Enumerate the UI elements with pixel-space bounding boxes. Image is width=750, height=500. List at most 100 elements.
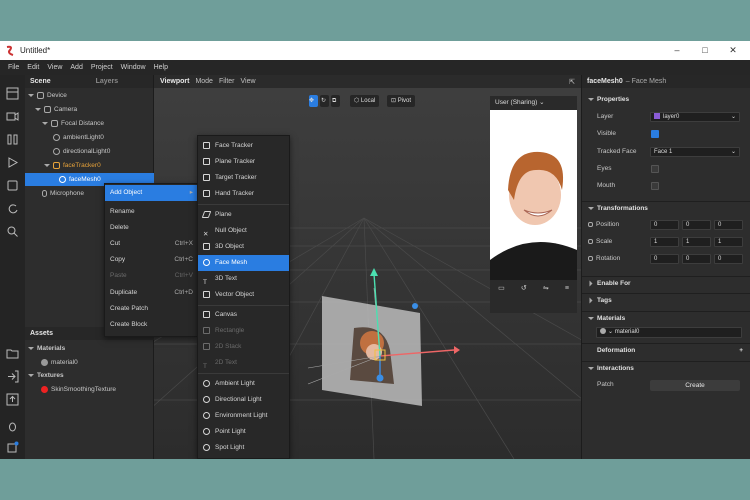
play-icon[interactable] xyxy=(6,156,19,169)
position-z[interactable]: 0 xyxy=(714,220,743,230)
local-toggle[interactable]: ⬡ Local xyxy=(350,95,380,107)
layout-icon[interactable] xyxy=(6,87,19,100)
section-deformation[interactable]: Deformation + xyxy=(582,343,750,357)
submenu-plane[interactable]: Plane xyxy=(198,207,289,223)
menu-item-rename[interactable]: Rename xyxy=(105,204,197,220)
tree-item-microphone[interactable]: Microphone xyxy=(42,187,84,200)
tab-filter[interactable]: Filter xyxy=(219,78,235,85)
scale-y[interactable]: 1 xyxy=(682,237,711,247)
pivot-toggle[interactable]: ⊡ Pivot xyxy=(387,95,416,107)
submenu-null-object[interactable]: ✕ Null Object xyxy=(198,223,289,239)
submenu-2d-stack[interactable]: 2D Stack xyxy=(198,339,289,355)
mirror-icon[interactable]: ⇋ xyxy=(543,282,549,296)
submenu-2d-text[interactable]: T 2D Text xyxy=(198,355,289,371)
menu-project[interactable]: Project xyxy=(91,64,113,71)
maximize-icon[interactable]: □ xyxy=(692,41,718,60)
submenu-3d-text[interactable]: T 3D Text xyxy=(198,271,289,287)
rotation-z[interactable]: 0 xyxy=(714,254,743,264)
close-icon[interactable]: ✕ xyxy=(720,41,746,60)
submenu-3d-object[interactable]: 3D Object xyxy=(198,239,289,255)
submenu-environment-light[interactable]: Environment Light xyxy=(198,408,289,424)
rotate-tool-icon[interactable]: ↻ xyxy=(320,95,329,107)
tab-view[interactable]: View xyxy=(241,78,256,85)
menu-help[interactable]: Help xyxy=(154,64,168,71)
tab-viewport[interactable]: Viewport xyxy=(160,78,189,85)
asset-material[interactable]: material0 xyxy=(41,356,78,369)
import-icon[interactable] xyxy=(6,370,19,383)
submenu-ambient-light[interactable]: Ambient Light xyxy=(198,376,289,392)
menu-item-add-object[interactable]: Add Object ▸ xyxy=(105,185,197,201)
submenu-target-tracker[interactable]: Target Tracker xyxy=(198,170,289,186)
rotation-y[interactable]: 0 xyxy=(682,254,711,264)
menu-edit[interactable]: Edit xyxy=(27,64,39,71)
section-properties[interactable]: Properties xyxy=(582,93,750,107)
tree-item-ambient-light[interactable]: ambientLight0 xyxy=(53,131,104,144)
layer-select[interactable]: layer0 ⌄ xyxy=(650,112,740,122)
menu-item-create-block[interactable]: Create Block xyxy=(105,317,197,333)
folder-icon[interactable] xyxy=(6,347,19,360)
camera-icon[interactable] xyxy=(6,110,19,123)
submenu-face-mesh[interactable]: Face Mesh xyxy=(198,255,289,271)
menu-item-delete[interactable]: Delete xyxy=(105,220,197,236)
menu-item-cut[interactable]: Cut Ctrl+X xyxy=(105,236,197,252)
submenu-directional-light[interactable]: Directional Light xyxy=(198,392,289,408)
assets-textures-group[interactable]: Textures xyxy=(28,369,64,382)
device-icon[interactable] xyxy=(6,179,19,192)
popout-icon[interactable]: ⇱ xyxy=(569,78,575,86)
restart-icon[interactable]: ↺ xyxy=(521,282,527,296)
scale-tool-icon[interactable]: ⧉ xyxy=(331,95,340,107)
submenu-face-tracker[interactable]: Face Tracker xyxy=(198,138,289,154)
notifications-icon[interactable] xyxy=(6,441,19,454)
section-tags[interactable]: Tags xyxy=(582,293,750,307)
asset-texture[interactable]: SkinSmoothingTexture xyxy=(41,383,116,396)
move-tool-icon[interactable]: ✥ xyxy=(309,95,318,107)
preview-device-select[interactable]: User (Sharing) ⌄ xyxy=(490,96,577,110)
assets-materials-group[interactable]: Materials xyxy=(28,342,65,355)
material-select[interactable]: ⌄ material0 xyxy=(596,327,742,338)
section-transformations[interactable]: Transformations xyxy=(582,201,750,215)
menu-item-create-patch[interactable]: Create Patch xyxy=(105,301,197,317)
minimize-icon[interactable]: – xyxy=(664,41,690,60)
menu-item-paste[interactable]: Paste Ctrl+V xyxy=(105,268,197,284)
visible-checkbox[interactable] xyxy=(651,130,659,138)
submenu-point-light[interactable]: Point Light xyxy=(198,424,289,440)
menu-item-copy[interactable]: Copy Ctrl+C xyxy=(105,252,197,268)
add-icon[interactable]: + xyxy=(739,344,743,358)
submenu-plane-tracker[interactable]: Plane Tracker xyxy=(198,154,289,170)
columns-icon[interactable] xyxy=(6,133,19,146)
search-icon[interactable] xyxy=(6,225,19,238)
section-enable-for[interactable]: Enable For xyxy=(582,276,750,290)
position-y[interactable]: 0 xyxy=(682,220,711,230)
eyes-checkbox[interactable] xyxy=(651,165,659,173)
menu-file[interactable]: File xyxy=(8,64,19,71)
video-icon[interactable]: ▭ xyxy=(498,282,505,296)
position-x[interactable]: 0 xyxy=(650,220,679,230)
menu-item-duplicate[interactable]: Duplicate Ctrl+D xyxy=(105,285,197,301)
mouth-checkbox[interactable] xyxy=(651,182,659,190)
rotation-x[interactable]: 0 xyxy=(650,254,679,264)
submenu-rectangle[interactable]: Rectangle xyxy=(198,323,289,339)
section-interactions[interactable]: Interactions xyxy=(582,361,750,375)
refresh-icon[interactable] xyxy=(6,202,19,215)
submenu-vector-object[interactable]: Vector Object xyxy=(198,287,289,303)
menu-add[interactable]: Add xyxy=(70,64,82,71)
create-patch-button[interactable]: Create xyxy=(650,380,740,391)
submenu-hand-tracker[interactable]: Hand Tracker xyxy=(198,186,289,202)
bug-icon[interactable] xyxy=(6,420,19,433)
tab-mode[interactable]: Mode xyxy=(195,78,213,85)
submenu-spot-light[interactable]: Spot Light xyxy=(198,440,289,456)
menu-icon[interactable]: ≡ xyxy=(565,282,569,296)
menu-window[interactable]: Window xyxy=(121,64,146,71)
tree-item-focal-distance[interactable]: Focal Distance xyxy=(42,117,104,130)
tracked-face-select[interactable]: Face 1 ⌄ xyxy=(650,147,740,157)
scale-x[interactable]: 1 xyxy=(650,237,679,247)
scene-tab[interactable]: Scene xyxy=(25,78,51,85)
scale-z[interactable]: 1 xyxy=(714,237,743,247)
export-icon[interactable] xyxy=(6,393,19,406)
submenu-canvas[interactable]: Canvas xyxy=(198,307,289,323)
layers-tab[interactable]: Layers xyxy=(91,78,119,85)
tree-item-camera[interactable]: Camera xyxy=(35,103,77,116)
tree-item-directional-light[interactable]: directionalLight0 xyxy=(53,145,110,158)
tree-item-face-tracker[interactable]: faceTracker0 xyxy=(44,159,101,172)
tree-item-device[interactable]: Device xyxy=(28,89,67,102)
